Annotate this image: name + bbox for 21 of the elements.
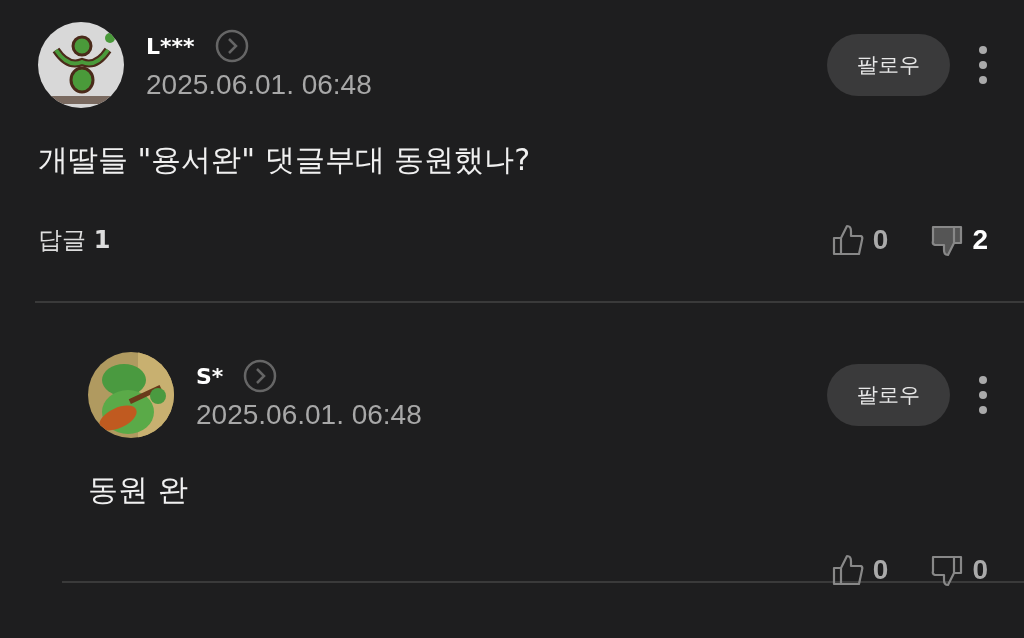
reply-link[interactable]: 답글 1 (38, 224, 111, 256)
more-icon[interactable] (978, 375, 988, 415)
follow-button[interactable]: 팔로우 (827, 34, 950, 96)
thumbs-down-icon[interactable] (930, 553, 965, 587)
more-icon[interactable] (978, 45, 988, 85)
thumbs-up-icon[interactable] (830, 553, 865, 587)
comment-date: 2025.06.01. 06:48 (146, 69, 373, 101)
chevron-icon[interactable] (243, 359, 278, 393)
thumbs-up-icon[interactable] (830, 223, 865, 257)
author-name[interactable]: S* (196, 363, 224, 389)
dislike-count: 0 (972, 554, 988, 586)
comment-text: 개딸들 "용서완" 댓글부대 동원했나? (38, 141, 532, 179)
follow-button[interactable]: 팔로우 (827, 364, 950, 426)
like-count: 0 (872, 224, 889, 256)
comment-text: 동원 완 (88, 471, 189, 509)
author-name[interactable]: L*** (146, 33, 195, 59)
chevron-icon[interactable] (214, 29, 249, 63)
thumbs-down-icon[interactable] (930, 223, 965, 257)
comment-date: 2025.06.01. 06:48 (196, 399, 423, 431)
dislike-count: 2 (972, 224, 988, 256)
like-count: 0 (872, 554, 889, 586)
